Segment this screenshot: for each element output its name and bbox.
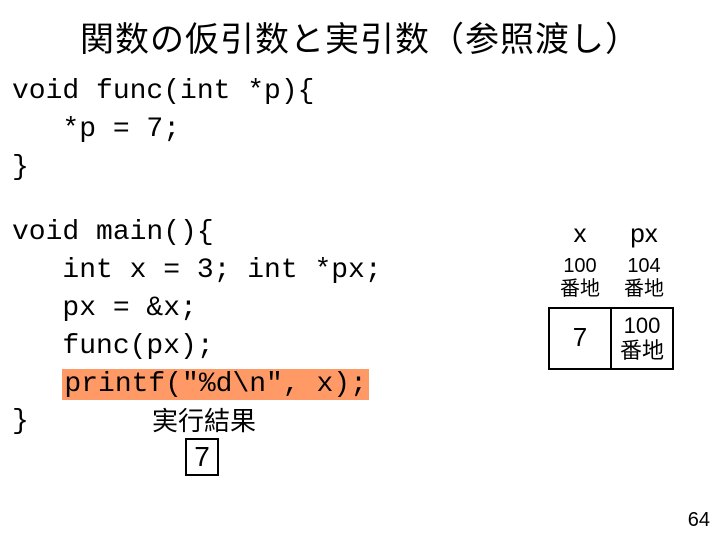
page-number: 64	[688, 509, 710, 532]
code-main-post: }	[12, 406, 29, 437]
mem-value-x: 7	[548, 307, 610, 370]
highlighted-printf: printf("%d\n", x);	[62, 369, 368, 400]
mem-value-px-num: 100	[624, 313, 661, 338]
mem-value-px: 100 番地	[610, 307, 674, 370]
slide-title: 関数の仮引数と実引数（参照渡し）	[0, 0, 720, 67]
mem-header-x: x	[548, 218, 612, 249]
mem-value-px-unit: 番地	[620, 338, 664, 363]
mem-addr-px-unit: 番地	[624, 278, 664, 300]
mem-header-px: px	[612, 218, 676, 249]
mem-addr-x-unit: 番地	[560, 278, 600, 300]
result-label: 実行結果	[152, 404, 256, 439]
mem-addr-px: 104 番地	[612, 255, 676, 301]
mem-addr-px-num: 104	[627, 255, 660, 277]
mem-addr-x: 100 番地	[548, 255, 612, 301]
result-value-box: 7	[185, 438, 219, 476]
memory-headers: x px	[548, 218, 676, 249]
code-func-block: void func(int *p){ *p = 7; }	[0, 73, 720, 186]
memory-diagram: x px 100 番地 104 番地 7 100 番地	[548, 218, 676, 370]
memory-addresses: 100 番地 104 番地	[548, 255, 676, 301]
memory-value-boxes: 7 100 番地	[548, 307, 676, 370]
mem-addr-x-num: 100	[563, 255, 596, 277]
